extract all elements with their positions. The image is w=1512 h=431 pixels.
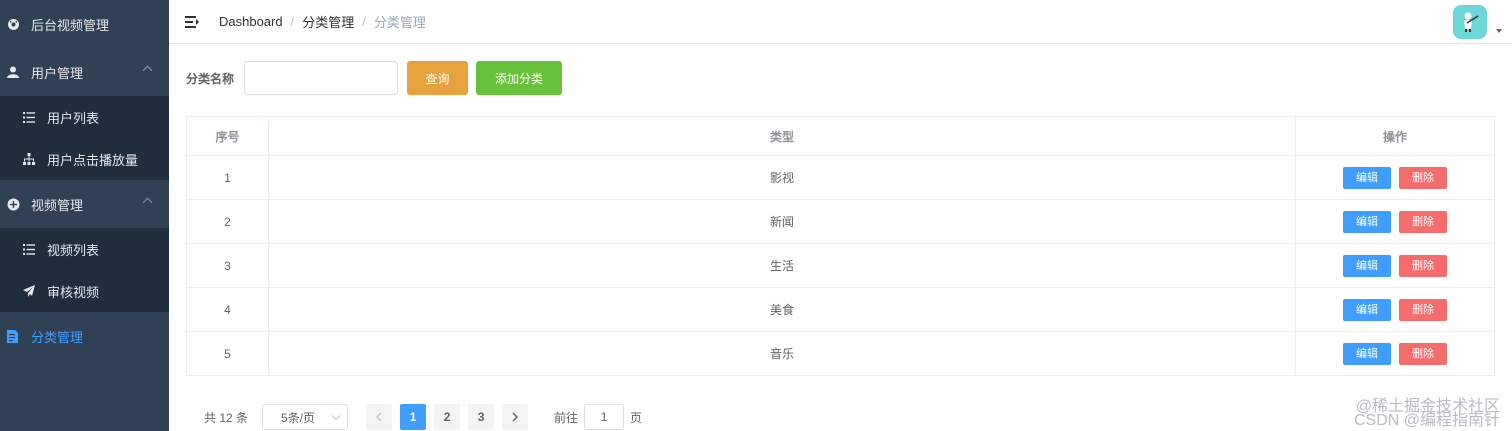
delete-button[interactable]: 删除 (1399, 342, 1448, 365)
watermark-line-2: CSDN @编程指南针 (1353, 412, 1500, 429)
cell-type: 生活 (268, 243, 1297, 288)
chevron-up-icon (142, 197, 153, 208)
pagination-total: 共 12 条 (204, 410, 249, 425)
list-icon (22, 242, 36, 256)
hamburger-icon[interactable] (185, 15, 199, 28)
menu-label: 用户管理 (31, 65, 84, 81)
sidebar: 后台视频管理 用户管理 用户列表 用户点击播放量 视频管理 视频列表 审核视频 … (0, 0, 169, 431)
cell-actions: 编辑 删除 (1295, 287, 1495, 332)
cell-type: 影视 (268, 155, 1297, 200)
sidebar-item-user-play-count[interactable]: 用户点击播放量 (0, 138, 169, 180)
edit-button[interactable]: 编辑 (1343, 166, 1392, 189)
table-row: 2 新闻 编辑 删除 (186, 199, 1495, 244)
cell-no: 3 (186, 243, 269, 288)
table-row: 4 美食 编辑 删除 (186, 287, 1495, 332)
tree-icon (22, 152, 36, 166)
category-name-input[interactable] (244, 61, 399, 95)
table-header-row: 序号 类型 操作 (186, 116, 1495, 156)
plus-circle-icon (6, 197, 20, 211)
menu-label: 视频列表 (47, 242, 100, 258)
chevron-down-icon (331, 411, 341, 421)
cell-no: 5 (186, 331, 269, 376)
chevron-left-icon (376, 412, 382, 422)
edit-button[interactable]: 编辑 (1343, 342, 1392, 365)
avatar-figure-icon (1464, 12, 1479, 32)
cell-type: 音乐 (268, 331, 1297, 376)
goto-page-input[interactable] (584, 404, 625, 430)
list-icon (22, 110, 36, 124)
menu-label: 分类管理 (31, 329, 84, 345)
breadcrumb-separator: / (362, 14, 366, 29)
watermark: @稀土掘金技术社区 CSDN @编程指南针 (1353, 399, 1500, 429)
submenu-videos: 视频列表 审核视频 (0, 228, 169, 312)
avatar[interactable] (1453, 5, 1487, 39)
edit-button[interactable]: 编辑 (1343, 210, 1392, 233)
send-icon (22, 284, 36, 298)
menu-item-category-management[interactable]: 分类管理 (0, 312, 169, 360)
navbar: Dashboard / 分类管理 / 分类管理 (169, 0, 1512, 44)
cell-actions: 编辑 删除 (1295, 243, 1495, 288)
document-icon (6, 329, 20, 343)
add-category-button[interactable]: 添加分类 (476, 61, 563, 95)
cell-no: 2 (186, 199, 269, 244)
breadcrumb: Dashboard / 分类管理 / 分类管理 (219, 12, 426, 31)
caret-down-icon[interactable] (1496, 29, 1502, 33)
menu-label: 视频管理 (31, 197, 84, 213)
column-header-type: 类型 (268, 116, 1297, 156)
sidebar-item-video-list[interactable]: 视频列表 (0, 228, 169, 270)
cell-type: 新闻 (268, 199, 1297, 244)
menu-item-dashboard[interactable]: 后台视频管理 (0, 0, 169, 48)
chevron-right-icon (512, 412, 519, 422)
dashboard-icon (6, 17, 20, 31)
cell-no: 1 (186, 155, 269, 200)
delete-button[interactable]: 删除 (1399, 210, 1448, 233)
column-header-actions: 操作 (1295, 116, 1495, 156)
user-icon (6, 65, 20, 79)
delete-button[interactable]: 删除 (1399, 166, 1448, 189)
delete-button[interactable]: 删除 (1399, 298, 1448, 321)
cell-actions: 编辑 删除 (1295, 155, 1495, 200)
pagination: 共 12 条 5条/页 1 2 3 前往 页 (204, 404, 642, 430)
page-button-1[interactable]: 1 (400, 404, 427, 430)
goto-label: 前往 (554, 410, 579, 425)
breadcrumb-category[interactable]: 分类管理 (302, 12, 354, 31)
cell-no: 4 (186, 287, 269, 332)
cell-type: 美食 (268, 287, 1297, 332)
page-unit-label: 页 (630, 410, 643, 425)
goto-page: 前往 页 (554, 404, 642, 430)
table-row: 5 音乐 编辑 删除 (186, 331, 1495, 376)
menu-label: 审核视频 (47, 284, 100, 300)
page-button-2[interactable]: 2 (434, 404, 461, 430)
column-header-no: 序号 (186, 116, 269, 156)
menu-item-video-management[interactable]: 视频管理 (0, 180, 169, 228)
page-button-3[interactable]: 3 (468, 404, 495, 430)
chevron-up-icon (142, 65, 153, 76)
cell-actions: 编辑 删除 (1295, 331, 1495, 376)
breadcrumb-dashboard[interactable]: Dashboard (219, 14, 283, 29)
table-row: 1 影视 编辑 删除 (186, 155, 1495, 200)
category-name-label: 分类名称 (186, 71, 235, 86)
submenu-users: 用户列表 用户点击播放量 (0, 96, 169, 180)
breadcrumb-separator: / (290, 14, 295, 29)
edit-button[interactable]: 编辑 (1343, 254, 1392, 277)
sidebar-item-user-list[interactable]: 用户列表 (0, 96, 169, 138)
breadcrumb-current: 分类管理 (373, 15, 426, 30)
next-page-button[interactable] (502, 404, 529, 430)
sidebar-item-review-video[interactable]: 审核视频 (0, 270, 169, 312)
category-table: 序号 类型 操作 1 影视 编辑 删除 2 新闻 编辑 删除 3 生活 编辑 删除 4… (186, 116, 1495, 376)
page-size-select[interactable]: 5条/页 (262, 404, 349, 430)
menu-label: 用户点击播放量 (47, 152, 139, 168)
prev-page-button[interactable] (366, 404, 393, 430)
menu-label: 后台视频管理 (31, 17, 110, 33)
edit-button[interactable]: 编辑 (1343, 298, 1392, 321)
menu-item-user-management[interactable]: 用户管理 (0, 48, 169, 96)
delete-button[interactable]: 删除 (1399, 254, 1448, 277)
filter-bar: 分类名称 查询 添加分类 (186, 61, 563, 95)
cell-actions: 编辑 删除 (1295, 199, 1495, 244)
page-size-value: 5条/页 (281, 410, 316, 425)
table-row: 3 生活 编辑 删除 (186, 243, 1495, 288)
menu-label: 用户列表 (47, 110, 100, 126)
query-button[interactable]: 查询 (407, 61, 469, 95)
